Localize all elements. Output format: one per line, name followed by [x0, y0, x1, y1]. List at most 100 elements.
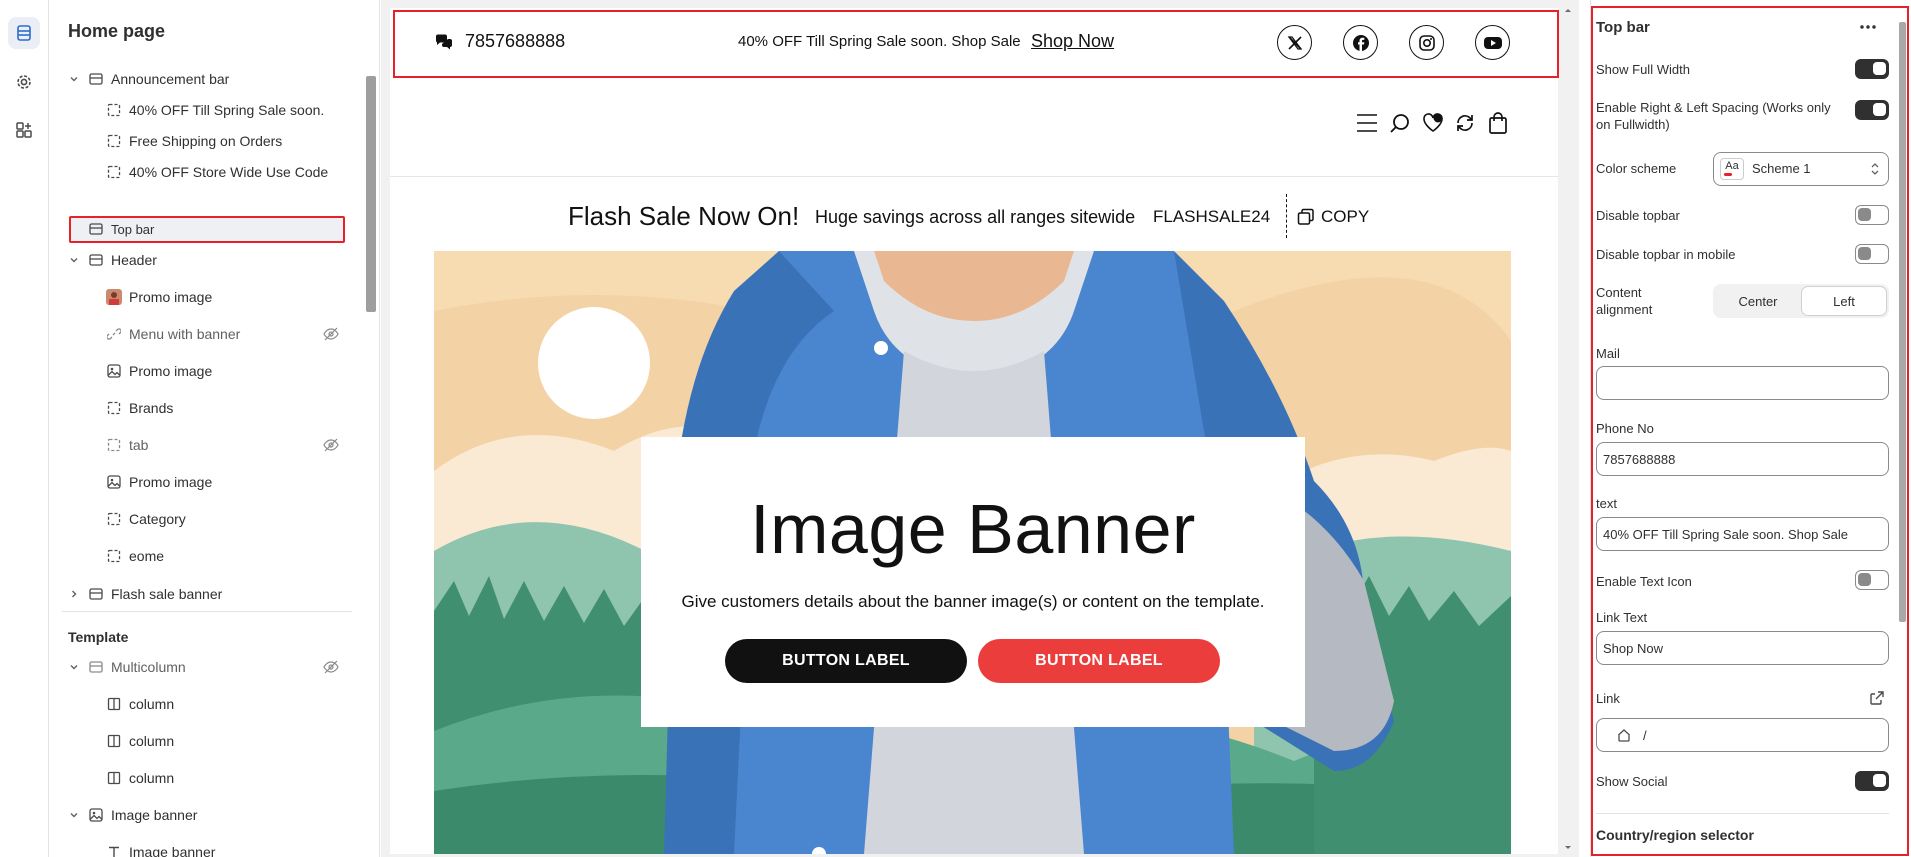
search-icon[interactable]: [1388, 111, 1412, 135]
left-scrollbar[interactable]: [366, 60, 376, 857]
topbar-phone-number: 7857688888: [465, 31, 566, 51]
show-full-width-label: Show Full Width: [1596, 62, 1690, 77]
compare-icon[interactable]: [1453, 111, 1477, 135]
block-item[interactable]: 40% OFF Till Spring Sale soon.: [50, 95, 364, 125]
banner-button-secondary[interactable]: BUTTON LABEL: [978, 639, 1220, 683]
section-top-bar[interactable]: Top bar: [50, 214, 364, 244]
section-icon: [88, 221, 104, 237]
section-header[interactable]: Header: [50, 245, 364, 275]
chevron-down-icon[interactable]: [68, 661, 80, 673]
top-bar[interactable]: 7857688888 40% OFF Till Spring Sale soon…: [390, 8, 1558, 77]
section-icon: [88, 71, 104, 87]
copy-code-button[interactable]: COPY: [1297, 207, 1369, 227]
banner-button-primary[interactable]: BUTTON LABEL: [725, 639, 967, 683]
disable-topbar-mobile-label: Disable topbar in mobile: [1596, 247, 1736, 262]
copy-label: COPY: [1321, 207, 1370, 226]
block-item[interactable]: column: [50, 689, 364, 719]
block-item[interactable]: Promo image: [50, 356, 364, 386]
icon-rail: [0, 0, 49, 857]
image-icon: [88, 807, 104, 823]
phone-input[interactable]: 7857688888: [1596, 442, 1889, 476]
block-item[interactable]: column: [50, 763, 364, 793]
block-item[interactable]: Brands: [50, 393, 364, 423]
section-multicolumn[interactable]: Multicolumn: [50, 652, 364, 682]
block-item[interactable]: Menu with banner: [50, 319, 364, 349]
header-icons: [1355, 111, 1535, 135]
external-link-icon[interactable]: [1869, 690, 1885, 706]
topbar-text: 40% OFF Till Spring Sale soon. Shop Sale: [738, 33, 1021, 50]
chevron-right-icon[interactable]: [68, 588, 80, 600]
block-item[interactable]: Category: [50, 504, 364, 534]
chevron-down-icon[interactable]: [68, 73, 80, 85]
section-image-banner[interactable]: Image banner: [50, 800, 364, 830]
topbar-shop-now-link[interactable]: Shop Now: [1031, 31, 1114, 52]
cart-icon[interactable]: [1486, 111, 1510, 135]
eye-off-icon[interactable]: [323, 438, 341, 452]
block-label: Category: [129, 511, 186, 527]
mail-input[interactable]: [1596, 366, 1889, 400]
scrollbar-thumb[interactable]: [366, 76, 376, 312]
chevron-down-icon[interactable]: [68, 809, 80, 821]
alignment-segmented[interactable]: Center Left: [1713, 284, 1889, 318]
link-value: /: [1643, 727, 1647, 743]
spacing-label: Enable Right & Left Spacing (Works only …: [1596, 100, 1831, 132]
block-icon: [106, 511, 122, 527]
link-text-label: Link Text: [1596, 610, 1648, 625]
block-item[interactable]: Promo image: [50, 467, 364, 497]
spacing-toggle[interactable]: [1855, 100, 1889, 120]
facebook-icon[interactable]: [1343, 25, 1378, 60]
gear-icon[interactable]: [8, 66, 40, 98]
section-announcement-bar[interactable]: Announcement bar: [50, 64, 364, 94]
image-banner[interactable]: Image Banner Give customers details abou…: [434, 251, 1511, 854]
apps-icon[interactable]: [8, 114, 40, 146]
section-label: Announcement bar: [111, 71, 230, 87]
show-full-width-toggle[interactable]: [1855, 59, 1889, 79]
eye-off-icon[interactable]: [323, 660, 341, 674]
block-item[interactable]: Free Shipping on Orders: [50, 126, 364, 156]
wishlist-icon[interactable]: [1421, 111, 1445, 135]
x-icon[interactable]: [1277, 25, 1312, 60]
block-label: column: [129, 696, 175, 712]
link-text-input[interactable]: Shop Now: [1596, 631, 1889, 665]
flash-code: FLASHSALE24: [1153, 207, 1271, 226]
youtube-icon[interactable]: [1475, 25, 1510, 60]
sections-icon[interactable]: [8, 17, 40, 49]
block-item[interactable]: Image banner: [50, 837, 364, 857]
show-social-toggle[interactable]: [1855, 771, 1889, 791]
block-item[interactable]: column: [50, 726, 364, 756]
disable-topbar-toggle[interactable]: [1855, 205, 1889, 225]
flash-subtitle: Huge savings across all ranges sitewide: [815, 207, 1136, 227]
align-center-option[interactable]: Center: [1715, 286, 1801, 316]
enable-text-icon-toggle[interactable]: [1855, 570, 1889, 590]
country-selector-heading: Country/region selector: [1596, 827, 1754, 843]
block-item[interactable]: Promo image: [50, 282, 364, 312]
preview-scrollbar[interactable]: [1562, 8, 1574, 854]
chevron-down-icon[interactable]: [68, 254, 80, 266]
block-icon: [106, 102, 122, 118]
eye-off-icon[interactable]: [323, 327, 341, 341]
settings-scrollbar[interactable]: [1898, 8, 1908, 854]
scrollbar-thumb[interactable]: [1899, 22, 1906, 622]
flash-title: Flash Sale Now On!: [568, 201, 800, 231]
more-options-icon[interactable]: [1858, 19, 1878, 35]
block-icon: [106, 164, 122, 180]
block-item[interactable]: 40% OFF Store Wide Use Code: [50, 157, 364, 187]
text-input[interactable]: 40% OFF Till Spring Sale soon. Shop Sale: [1596, 517, 1889, 551]
color-scheme-select[interactable]: Aa Scheme 1: [1713, 152, 1889, 186]
section-flash-sale-banner[interactable]: Flash sale banner: [50, 579, 364, 609]
link-input[interactable]: /: [1596, 718, 1889, 752]
home-icon: [1618, 729, 1630, 742]
block-label: 40% OFF Store Wide Use Code: [129, 164, 329, 180]
block-item[interactable]: eome: [50, 541, 364, 571]
align-left-option[interactable]: Left: [1801, 286, 1887, 316]
topbar-phone[interactable]: 7857688888: [435, 31, 565, 52]
block-icon: [106, 400, 122, 416]
block-label: Promo image: [129, 363, 213, 379]
instagram-icon[interactable]: [1409, 25, 1444, 60]
block-item[interactable]: tab: [50, 430, 364, 460]
chat-icon: [435, 34, 453, 50]
disable-topbar-mobile-toggle[interactable]: [1855, 244, 1889, 264]
text-icon: [106, 844, 122, 857]
section-label: Multicolumn: [111, 659, 186, 675]
menu-icon[interactable]: [1355, 111, 1379, 135]
